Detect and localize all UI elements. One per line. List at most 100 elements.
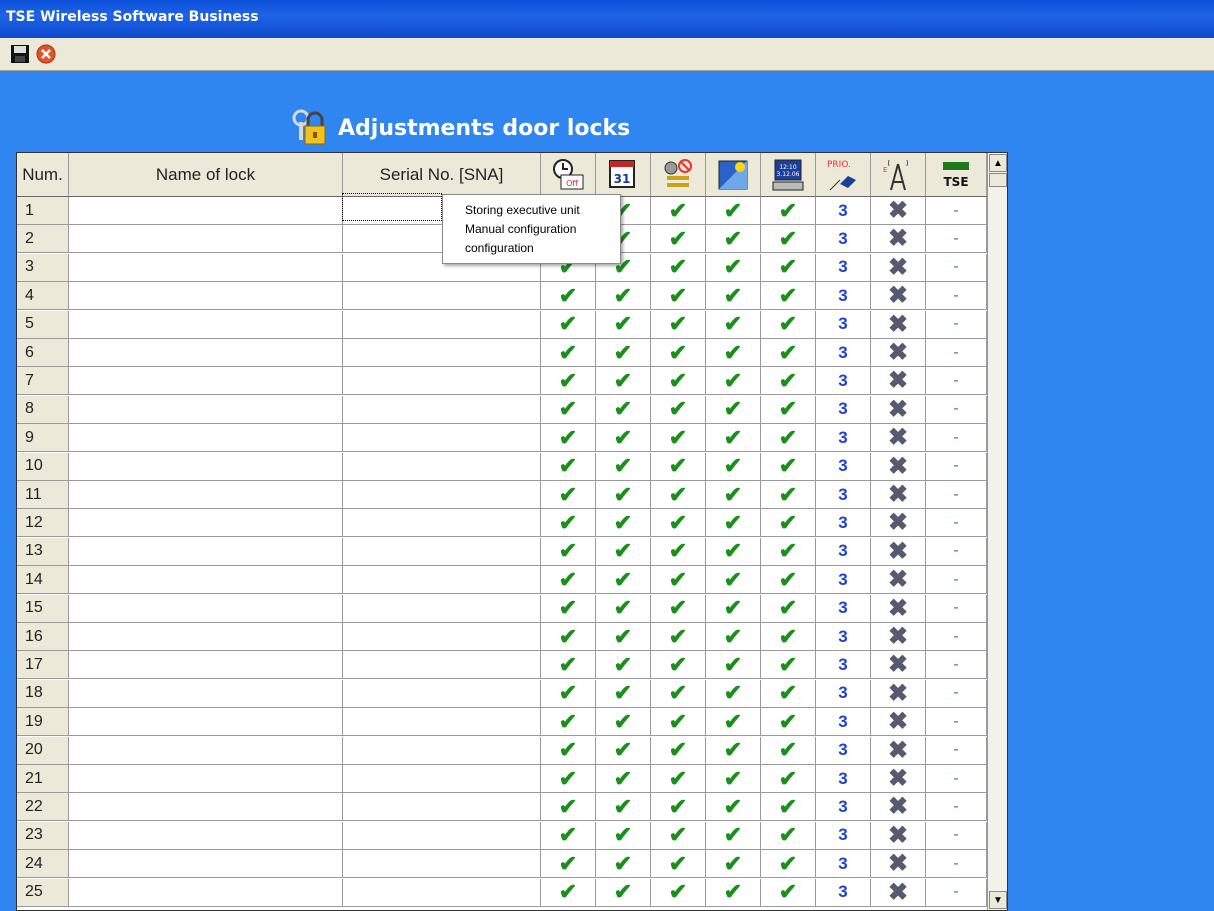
setting-check-cell[interactable]: ✔ [706,225,761,254]
serial-number-cell[interactable] [343,679,541,708]
setting-check-cell[interactable]: ✔ [541,395,596,424]
serial-number-cell[interactable] [343,821,541,850]
serial-number-cell[interactable] [343,850,541,879]
serial-number-cell[interactable] [343,736,541,765]
serial-number-cell[interactable] [343,424,541,453]
setting-check-cell[interactable]: ✔ [651,197,706,225]
table-row[interactable]: 19 ✔ ✔ ✔ ✔ ✔ 3 ✖ - [17,708,987,737]
tse-cell[interactable]: - [926,509,987,538]
setting-check-cell[interactable]: ✔ [651,367,706,396]
setting-check-cell[interactable]: ✔ [596,651,651,680]
setting-check-cell[interactable]: ✔ [596,537,651,566]
lock-name-cell[interactable] [69,765,343,793]
lock-name-cell[interactable] [69,395,343,424]
column-header-keys[interactable] [651,153,706,197]
tse-cell[interactable]: - [926,765,987,793]
tse-cell[interactable]: - [926,623,987,651]
column-header-num[interactable]: Num. [17,153,69,197]
table-row[interactable]: 11 ✔ ✔ ✔ ✔ ✔ 3 ✖ - [17,481,987,509]
prio-cell[interactable]: 3 [816,339,871,367]
setting-check-cell[interactable]: ✔ [706,566,761,595]
close-button[interactable] [36,44,56,64]
setting-check-cell[interactable]: ✔ [706,481,761,509]
prio-cell[interactable]: 3 [816,253,871,282]
setting-check-cell[interactable]: ✔ [596,821,651,850]
lock-name-cell[interactable] [69,253,343,282]
serial-number-cell[interactable] [343,566,541,595]
serial-number-cell[interactable] [343,878,541,907]
setting-check-cell[interactable]: ✔ [651,594,706,623]
prio-cell[interactable]: 3 [816,651,871,680]
serial-number-cell[interactable] [343,509,541,538]
prio-cell[interactable]: 3 [816,282,871,311]
setting-check-cell[interactable]: ✔ [651,651,706,680]
setting-check-cell[interactable]: ✔ [706,878,761,907]
lock-name-cell[interactable] [69,197,343,225]
setting-check-cell[interactable]: ✔ [651,310,706,339]
table-row[interactable]: 17 ✔ ✔ ✔ ✔ ✔ 3 ✖ - [17,651,987,680]
radio-cell[interactable]: ✖ [871,708,926,737]
setting-check-cell[interactable]: ✔ [541,594,596,623]
setting-check-cell[interactable]: ✔ [651,623,706,651]
setting-check-cell[interactable]: ✔ [651,793,706,822]
tse-cell[interactable]: - [926,793,987,822]
lock-name-cell[interactable] [69,594,343,623]
setting-check-cell[interactable]: ✔ [761,793,816,822]
lock-name-cell[interactable] [69,481,343,509]
radio-cell[interactable]: ✖ [871,424,926,453]
radio-cell[interactable]: ✖ [871,651,926,680]
setting-check-cell[interactable]: ✔ [651,395,706,424]
table-row[interactable]: 22 ✔ ✔ ✔ ✔ ✔ 3 ✖ - [17,793,987,822]
setting-check-cell[interactable]: ✔ [651,736,706,765]
tse-cell[interactable]: - [926,424,987,453]
setting-check-cell[interactable]: ✔ [761,225,816,254]
setting-check-cell[interactable]: ✔ [761,566,816,595]
setting-check-cell[interactable]: ✔ [706,537,761,566]
setting-check-cell[interactable]: ✔ [651,566,706,595]
setting-check-cell[interactable]: ✔ [761,509,816,538]
serial-number-cell[interactable] [343,452,541,481]
lock-name-cell[interactable] [69,878,343,907]
tse-cell[interactable]: - [926,367,987,396]
setting-check-cell[interactable]: ✔ [706,708,761,737]
prio-cell[interactable]: 3 [816,736,871,765]
column-header-timer[interactable]: Off [541,153,596,197]
setting-check-cell[interactable]: ✔ [706,594,761,623]
setting-check-cell[interactable]: ✔ [761,481,816,509]
setting-check-cell[interactable]: ✔ [651,821,706,850]
tse-cell[interactable]: - [926,310,987,339]
setting-check-cell[interactable]: ✔ [706,679,761,708]
lock-name-cell[interactable] [69,367,343,396]
prio-cell[interactable]: 3 [816,509,871,538]
lock-name-cell[interactable] [69,623,343,651]
setting-check-cell[interactable]: ✔ [761,282,816,311]
setting-check-cell[interactable]: ✔ [706,736,761,765]
table-row[interactable]: 16 ✔ ✔ ✔ ✔ ✔ 3 ✖ - [17,623,987,651]
table-row[interactable]: 8 ✔ ✔ ✔ ✔ ✔ 3 ✖ - [17,395,987,424]
prio-cell[interactable]: 3 [816,395,871,424]
setting-check-cell[interactable]: ✔ [596,395,651,424]
setting-check-cell[interactable]: ✔ [761,651,816,680]
table-row[interactable]: 21 ✔ ✔ ✔ ✔ ✔ 3 ✖ - [17,765,987,793]
setting-check-cell[interactable]: ✔ [596,339,651,367]
radio-cell[interactable]: ✖ [871,253,926,282]
tse-cell[interactable]: - [926,537,987,566]
setting-check-cell[interactable]: ✔ [596,566,651,595]
prio-cell[interactable]: 3 [816,878,871,907]
column-header-radio[interactable]: E [871,153,926,197]
serial-number-cell[interactable] [343,537,541,566]
radio-cell[interactable]: ✖ [871,878,926,907]
setting-check-cell[interactable]: ✔ [706,339,761,367]
prio-cell[interactable]: 3 [816,850,871,879]
radio-cell[interactable]: ✖ [871,452,926,481]
setting-check-cell[interactable]: ✔ [541,765,596,793]
table-row[interactable]: 12 ✔ ✔ ✔ ✔ ✔ 3 ✖ - [17,509,987,538]
tse-cell[interactable]: - [926,679,987,708]
table-row[interactable]: 23 ✔ ✔ ✔ ✔ ✔ 3 ✖ - [17,821,987,850]
serial-number-cell[interactable] [343,395,541,424]
prio-cell[interactable]: 3 [816,310,871,339]
lock-name-cell[interactable] [69,509,343,538]
serial-number-cell[interactable] [343,282,541,311]
setting-check-cell[interactable]: ✔ [541,878,596,907]
column-header-daylight[interactable] [706,153,761,197]
